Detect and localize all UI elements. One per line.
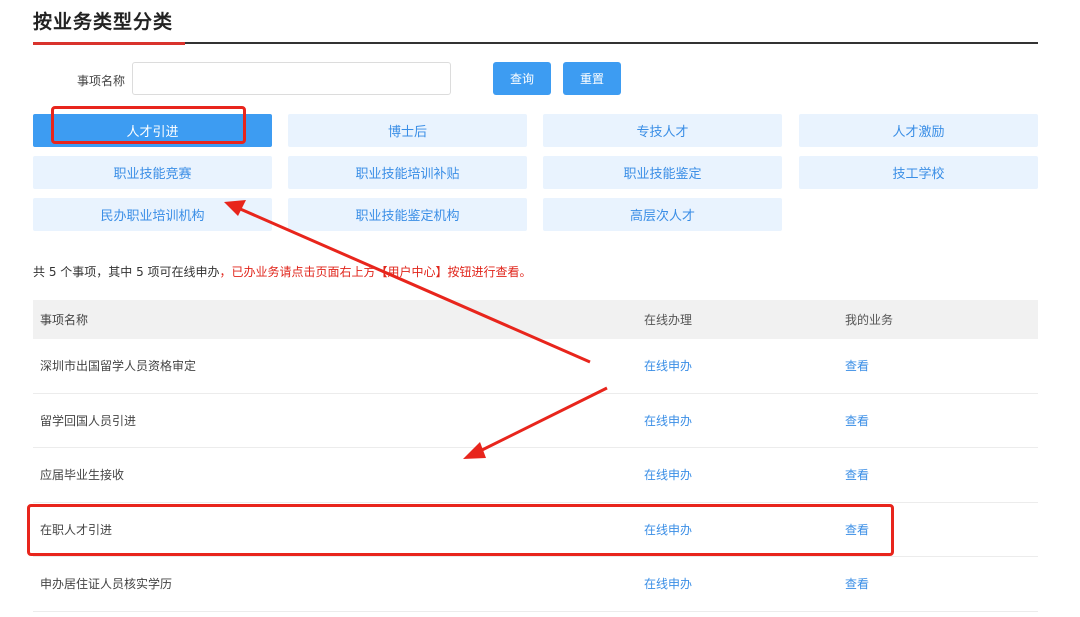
row-item-name: 在职人才引进 <box>40 522 113 537</box>
row-item-name: 应届毕业生接收 <box>40 468 125 483</box>
category-professional-technical-talent[interactable]: 专技人才 <box>543 114 782 147</box>
apply-online-link[interactable]: 在线申办 <box>644 557 692 611</box>
view-link[interactable]: 查看 <box>845 503 869 557</box>
services-table: 事项名称 在线办理 我的业务 深圳市出国留学人员资格审定 在线申办 查看 留学回… <box>33 300 1038 612</box>
category-skills-appraisal[interactable]: 职业技能鉴定 <box>543 156 782 189</box>
table-row: 留学回国人员引进 在线申办 查看 <box>33 394 1038 448</box>
apply-online-link[interactable]: 在线申办 <box>644 339 692 393</box>
table-row: 深圳市出国留学人员资格审定 在线申办 查看 <box>33 339 1038 394</box>
category-talent-introduction[interactable]: 人才引进 <box>33 114 272 147</box>
view-link[interactable]: 查看 <box>845 339 869 393</box>
section-title: 按业务类型分类 <box>33 11 174 33</box>
page: 按业务类型分类 事项名称 查询 重置 人才引进 博士后 专技人才 人才激励 职业… <box>0 0 1080 617</box>
item-name-search-input[interactable] <box>132 62 451 95</box>
summary-notice: ，已办业务请点击页面右上方【用户中心】按钮进行查看。 <box>219 265 532 279</box>
column-header-mine: 我的业务 <box>845 313 894 327</box>
row-item-name: 深圳市出国留学人员资格审定 <box>40 359 197 374</box>
view-link[interactable]: 查看 <box>845 557 869 611</box>
category-talent-incentive[interactable]: 人才激励 <box>799 114 1038 147</box>
table-header: 事项名称 在线办理 我的业务 <box>33 300 1038 339</box>
search-label: 事项名称 <box>77 74 126 88</box>
summary-count-text: 共 5 个事项，其中 5 项可在线申办 <box>33 265 220 279</box>
row-item-name: 留学回国人员引进 <box>40 413 137 428</box>
category-private-training-institution[interactable]: 民办职业培训机构 <box>33 198 272 231</box>
results-summary: 共 5 个事项，其中 5 项可在线申办，已办业务请点击页面右上方【用户中心】按钮… <box>33 263 532 280</box>
category-skills-training-subsidy[interactable]: 职业技能培训补贴 <box>288 156 527 189</box>
table-row: 在职人才引进 在线申办 查看 <box>33 503 1038 557</box>
category-technical-school[interactable]: 技工学校 <box>799 156 1038 189</box>
category-postdoc[interactable]: 博士后 <box>288 114 527 147</box>
category-skills-competition[interactable]: 职业技能竞赛 <box>33 156 272 189</box>
query-button[interactable]: 查询 <box>493 62 551 95</box>
column-header-name: 事项名称 <box>40 313 89 327</box>
view-link[interactable]: 查看 <box>845 394 869 448</box>
category-high-level-talent[interactable]: 高层次人才 <box>543 198 782 231</box>
reset-button[interactable]: 重置 <box>563 62 621 95</box>
title-accent-bar <box>33 42 185 45</box>
table-row: 申办居住证人员核实学历 在线申办 查看 <box>33 557 1038 612</box>
apply-online-link[interactable]: 在线申办 <box>644 394 692 448</box>
row-item-name: 申办居住证人员核实学历 <box>40 577 173 592</box>
apply-online-link[interactable]: 在线申办 <box>644 503 692 557</box>
apply-online-link[interactable]: 在线申办 <box>644 448 692 502</box>
table-row: 应届毕业生接收 在线申办 查看 <box>33 448 1038 503</box>
column-header-online: 在线办理 <box>644 313 693 327</box>
category-skills-appraisal-institution[interactable]: 职业技能鉴定机构 <box>288 198 527 231</box>
view-link[interactable]: 查看 <box>845 448 869 502</box>
